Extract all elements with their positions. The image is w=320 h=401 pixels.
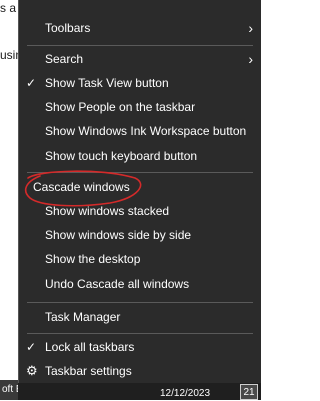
- menu-item-show-windows-side-by-side[interactable]: Show windows side by side: [19, 222, 261, 248]
- menu-item-label: Task Manager: [45, 310, 121, 324]
- taskbar: [18, 383, 261, 400]
- gear-icon: ⚙: [26, 363, 38, 378]
- menu-item-label: Show the desktop: [45, 252, 141, 266]
- menu-item-search[interactable]: Search ›: [19, 46, 261, 72]
- taskbar-context-menu: Toolbars › Search › ✓ Show Task View but…: [18, 0, 261, 400]
- menu-item-label: Cascade windows: [33, 180, 130, 194]
- menu-item-label: Search: [45, 52, 84, 66]
- menu-separator: [27, 172, 253, 173]
- menu-item-label: Show windows stacked: [45, 204, 170, 218]
- chevron-right-icon: ›: [248, 51, 253, 67]
- menu-item-label: Show Task View button: [45, 76, 169, 90]
- menu-item-show-ink-workspace[interactable]: Show Windows Ink Workspace button: [19, 118, 261, 144]
- taskbar-date[interactable]: 12/12/2023: [160, 388, 210, 399]
- menu-item-label: Show Windows Ink Workspace button: [45, 124, 247, 138]
- menu-item-label: Undo Cascade all windows: [45, 277, 190, 291]
- menu-item-cascade-windows[interactable]: Cascade windows: [19, 174, 261, 200]
- menu-item-show-desktop[interactable]: Show the desktop: [19, 246, 261, 272]
- menu-separator: [27, 302, 253, 303]
- checkmark-icon: ✓: [26, 340, 37, 354]
- menu-item-undo-cascade[interactable]: Undo Cascade all windows: [19, 271, 261, 297]
- menu-item-label: Taskbar settings: [45, 364, 132, 378]
- menu-item-label: Show People on the taskbar: [45, 100, 196, 114]
- menu-item-show-touch-keyboard[interactable]: Show touch keyboard button: [19, 143, 261, 169]
- menu-item-label: Show touch keyboard button: [45, 149, 198, 163]
- menu-item-toolbars[interactable]: Toolbars ›: [19, 15, 261, 41]
- menu-item-show-windows-stacked[interactable]: Show windows stacked: [19, 198, 261, 224]
- menu-item-show-task-view[interactable]: ✓ Show Task View button: [19, 70, 261, 96]
- menu-item-label: Show windows side by side: [45, 228, 192, 242]
- menu-item-show-people[interactable]: Show People on the taskbar: [19, 94, 261, 120]
- menu-item-taskbar-settings[interactable]: ⚙ Taskbar settings: [19, 358, 261, 384]
- menu-item-label: Toolbars: [45, 21, 91, 35]
- menu-item-task-manager[interactable]: Task Manager: [19, 304, 261, 330]
- menu-item-label: Lock all taskbars: [45, 340, 135, 354]
- menu-item-lock-taskbars[interactable]: ✓ Lock all taskbars: [19, 334, 261, 360]
- chevron-right-icon: ›: [248, 20, 253, 36]
- notification-count-badge[interactable]: 21: [240, 384, 258, 400]
- background-text-fragment: s a: [0, 1, 17, 15]
- checkmark-icon: ✓: [26, 76, 37, 90]
